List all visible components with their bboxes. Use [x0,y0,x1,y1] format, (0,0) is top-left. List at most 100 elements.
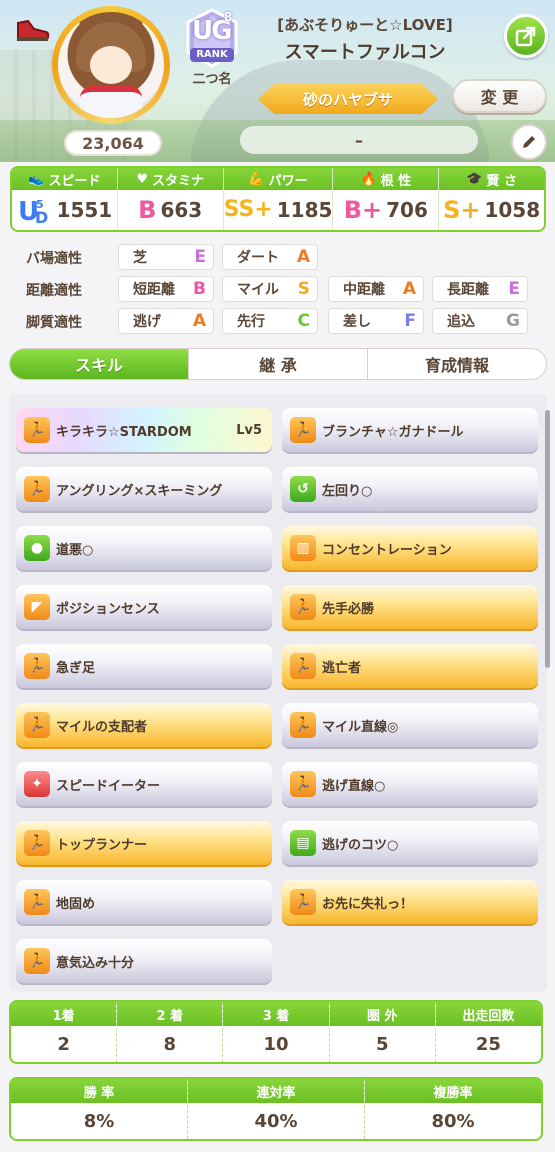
tab-training-info[interactable]: 育成情報 [368,349,546,379]
aptitude-grade: A [402,279,416,299]
aptitude-cell: 先行 C [222,308,318,334]
aptitude-cell: 追込 G [432,308,528,334]
runner-icon: 🏃 [24,417,50,443]
tab-bar: スキル 継 承 育成情報 [9,348,547,380]
stat-value: 663 [160,198,203,222]
aptitude-grade: A [192,311,206,331]
skill-name: 地固め [56,896,96,912]
rate-value: 8% [83,1110,115,1132]
stat-value: 1185 [276,198,333,222]
memo-field[interactable]: – [240,126,478,154]
skill-name: 意気込み十分 [56,955,135,971]
rank-label: RANK [196,49,228,60]
aptitude-grade: A [296,247,310,267]
skill-item[interactable]: 🏃 マイルの支配者 [16,703,272,747]
stat-grade: B+ [343,196,383,224]
aptitude-cell: 差し F [328,308,424,334]
runner-icon: 🏃 [24,712,50,738]
aptitude-grade: C [297,311,310,331]
result-label: 出走回数 [435,1002,541,1026]
stat-stamina: ♥ スタミナ B 663 [117,168,224,230]
grade-ud-icon: U 5 D [18,197,48,226]
runner-icon: 🏃 [290,417,316,443]
skill-name: トップランナー [56,837,148,853]
aptitude-cell: 長距離 E [432,276,528,302]
aptitude-track-row: バ場適性 芝E ダート A [0,244,555,272]
heart-icon: ♥ [136,171,149,187]
skill-item[interactable]: 🏃 トップランナー [16,821,272,865]
rate-value: 80% [431,1110,475,1132]
skill-item[interactable]: ▤ 逃げのコツ○ [282,821,538,865]
aptitude-grade: S [297,279,310,299]
pencil-icon [523,136,535,148]
rate-place: 複勝率 80% [365,1079,541,1139]
skill-name: 逃亡者 [322,660,362,676]
share-icon [515,26,536,47]
skill-item[interactable]: ◤ ポジションセンス [16,585,272,629]
tab-skills[interactable]: スキル [10,349,189,379]
result-first: 1着 2 [11,1002,118,1062]
skill-item[interactable]: 🏃 ブランチャ☆ガナドール [282,408,538,452]
skill-list-scrollbar[interactable] [545,410,550,668]
skill-item[interactable]: 🏃 地固め [16,880,272,924]
runner-icon: 🏃 [290,771,316,797]
edit-memo-button[interactable] [511,124,547,160]
skill-name: コンセントレーション [322,542,452,558]
shoe-button[interactable] [12,12,52,48]
stat-label: スタミナ [152,173,205,189]
skill-item[interactable]: 🏃 急ぎ足 [16,644,272,688]
result-value: 2 [57,1033,70,1055]
aptitude-grade: E [194,247,206,267]
skill-name: 急ぎ足 [56,660,96,676]
rank-badge[interactable]: UG 8 RANK [184,8,240,70]
skill-name: スピードイーター [56,778,161,794]
result-label: 1着 [11,1002,117,1026]
skill-name: ブランチャ☆ガナドール [322,424,464,440]
result-label: 圏 外 [329,1002,435,1026]
share-button[interactable] [504,14,548,58]
eater-icon: ✦ [24,771,50,797]
stat-label: 賢 さ [486,173,517,189]
shoe-icon: 👟 [28,171,45,187]
skill-item[interactable]: 🏃 先手必勝 [282,585,538,629]
skill-item[interactable]: 🏃 キラキラ☆STARDOM Lv5 [16,408,272,452]
skill-item[interactable]: 🏃 お先に失礼っ！ [282,880,538,924]
profile-header: 23,064 UG 8 RANK 二つ名 [あぶそりゅーと☆LOVE] スマート… [0,0,555,162]
skill-name: マイル直線◎ [322,719,399,735]
runner-icon: 🏃 [290,712,316,738]
runner-icon: 🏃 [24,476,50,502]
skill-level: Lv5 [236,422,262,438]
skill-item[interactable]: ● 道悪○ [16,526,272,570]
skill-name: 道悪○ [56,542,94,558]
rate-quinella: 連対率 40% [188,1079,365,1139]
stat-grade: S+ [443,196,481,224]
aptitude-label: バ場適性 [26,251,82,267]
skill-name: 左回り○ [322,483,373,499]
skill-item[interactable]: ✦ スピードイーター [16,762,272,806]
skill-item[interactable]: 🏃 意気込み十分 [16,939,272,983]
runner-icon: 🏃 [290,653,316,679]
result-label: 3 着 [223,1002,329,1026]
runner-icon: 🏃 [24,889,50,915]
skill-item[interactable]: ▥ コンセントレーション [282,526,538,570]
rate-label: 勝 率 [11,1079,187,1103]
aptitude-grade: E [508,279,520,299]
skill-item[interactable]: 🏃 逃げ直線○ [282,762,538,806]
aptitude-grade: F [404,311,416,331]
avatar-frame[interactable] [52,6,170,124]
result-value: 10 [263,1033,289,1055]
aptitude-cell: 逃げ A [118,308,214,334]
runner-icon: 🏃 [290,889,316,915]
tab-inheritance[interactable]: 継 承 [189,349,368,379]
stat-grade: B [138,196,157,224]
result-label: 2 着 [117,1002,223,1026]
stat-speed: 👟 スピード U 5 D 1551 [12,168,118,230]
skill-item[interactable]: 🏃 逃亡者 [282,644,538,688]
chara-epithet: [あぶそりゅーと☆LOVE] [277,16,453,34]
skill-item[interactable]: ↺ 左回り○ [282,467,538,511]
turn-icon: ↺ [290,476,316,502]
result-third: 3 着 10 [223,1002,330,1062]
change-title-button[interactable]: 変 更 [452,79,547,113]
skill-item[interactable]: 🏃 マイル直線◎ [282,703,538,747]
skill-item[interactable]: 🏃 アングリング×スキーミング [16,467,272,511]
